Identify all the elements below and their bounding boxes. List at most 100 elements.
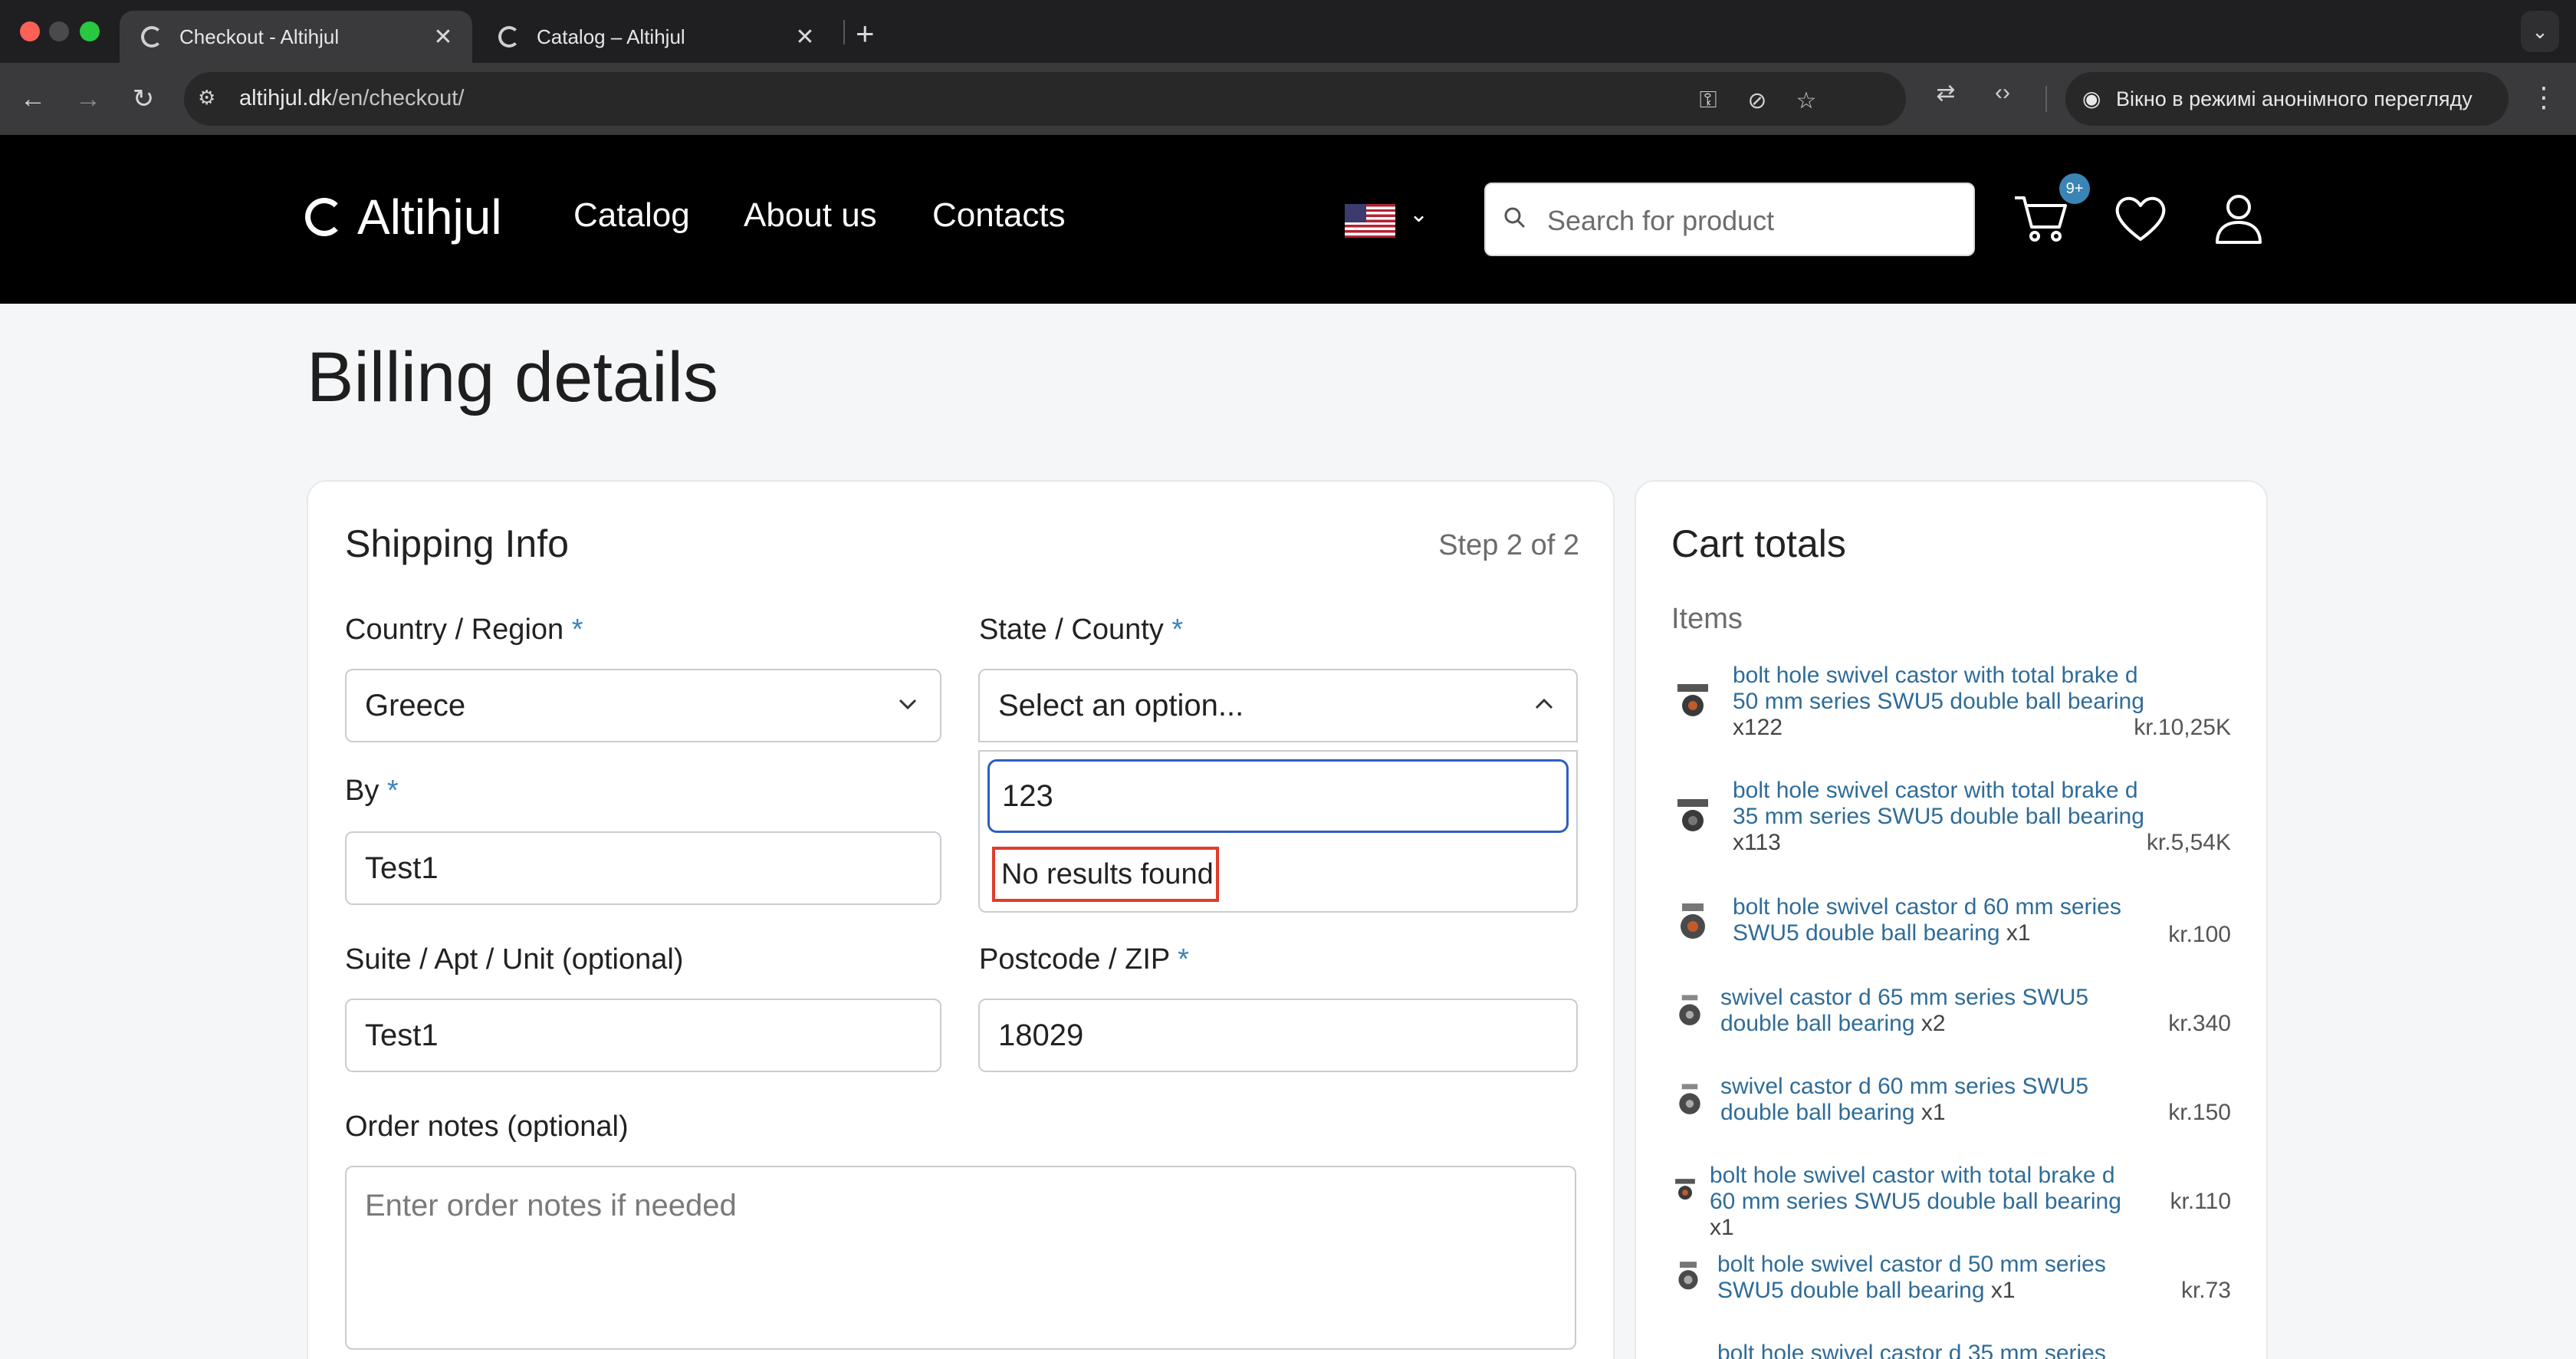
castor-thumbnail-icon: [1681, 903, 1705, 939]
cart-item-price: kr.340: [2168, 1011, 2231, 1036]
cart-item-price: kr.10,25K: [2134, 715, 2231, 740]
incognito-label: Вікно в режимі анонімного перегляду: [2116, 87, 2472, 110]
toolbar-divider: [2045, 86, 2047, 112]
postcode-input[interactable]: 18029: [978, 999, 1578, 1072]
item-qty: x2: [1921, 1011, 1946, 1036]
cart-item-name[interactable]: bolt hole swivel castor d 50 mm series S…: [1717, 1252, 2147, 1304]
nav-catalog[interactable]: Catalog: [573, 196, 690, 235]
site-logo[interactable]: Altihjul: [305, 189, 502, 245]
item-name-text: bolt hole swivel castor d 35 mm series S…: [1717, 1341, 2106, 1359]
cart-item-price: kr.73: [2180, 1278, 2231, 1303]
cart-item-name[interactable]: swivel castor d 65 mm series SWU5 double…: [1720, 985, 2150, 1037]
url-text: altihjul.dk/en/checkout/: [239, 86, 464, 111]
heart-icon[interactable]: [2110, 187, 2171, 248]
loading-icon: [498, 26, 520, 48]
tab-checkout[interactable]: Checkout - Altihjul ✕: [120, 11, 472, 63]
cart-item-name[interactable]: bolt hole swivel castor with total brake…: [1710, 1163, 2147, 1241]
page-title: Billing details: [307, 338, 718, 416]
cart-item[interactable]: bolt hole swivel castor d 50 mm series S…: [1671, 1252, 2231, 1313]
user-icon[interactable]: [2208, 187, 2269, 248]
window-maximize-button[interactable]: [80, 21, 100, 41]
item-name-text: bolt hole swivel castor with total brake…: [1733, 778, 2144, 829]
item-qty: x113: [1733, 830, 1781, 855]
cart-item-price: kr.100: [2168, 922, 2231, 947]
cart-item[interactable]: bolt hole swivel castor d 60 mm series S…: [1671, 894, 2231, 956]
browser-toolbar: ← → ↻ ⚙ altihjul.dk/en/checkout/ ⚿ ⊘ ☆ ⇄…: [0, 63, 2576, 135]
item-name-text: bolt hole swivel castor d 50 mm series S…: [1717, 1252, 2106, 1303]
country-select[interactable]: Greece: [345, 669, 941, 742]
items-label: Items: [1671, 603, 1743, 635]
site-settings-icon[interactable]: ⚙: [198, 86, 224, 112]
browser-menu-icon[interactable]: ⋮: [2530, 81, 2558, 114]
cart-item[interactable]: swivel castor d 65 mm series SWU5 double…: [1671, 985, 2231, 1046]
item-name-text: bolt hole swivel castor d 60 mm series S…: [1733, 894, 2121, 946]
shipping-info-title: Shipping Info: [345, 522, 569, 565]
castor-thumbnail-icon: [1679, 995, 1700, 1025]
castor-thumbnail-icon: [1675, 1179, 1695, 1200]
cart-item[interactable]: swivel castor d 60 mm series SWU5 double…: [1671, 1074, 2231, 1135]
state-dropdown: 123 No results found: [978, 750, 1578, 913]
new-tab-button[interactable]: +: [856, 15, 875, 52]
country-value: Greece: [365, 688, 466, 722]
product-search: [1484, 183, 1975, 256]
tab-catalog[interactable]: Catalog – Altihjul ✕: [477, 11, 834, 63]
back-button[interactable]: ←: [15, 81, 51, 117]
cart-item-name[interactable]: bolt hole swivel castor with total brake…: [1733, 778, 2147, 856]
state-select[interactable]: Select an option...: [978, 669, 1578, 742]
item-qty: x1: [2006, 920, 2031, 946]
nav-contacts[interactable]: Contacts: [932, 196, 1066, 235]
nav-about-us[interactable]: About us: [744, 196, 877, 235]
chevron-up-icon: [1535, 698, 1553, 709]
city-input[interactable]: Test1: [345, 831, 941, 905]
reload-button[interactable]: ↻: [126, 81, 161, 117]
suite-input[interactable]: Test1: [345, 999, 941, 1072]
order-notes-label: Order notes (optional): [345, 1111, 629, 1143]
cart-item[interactable]: bolt hole swivel castor d 35 mm series S…: [1671, 1341, 2231, 1359]
window-close-button[interactable]: [20, 21, 40, 41]
search-icon: [1504, 207, 1526, 229]
required-mark: *: [386, 775, 399, 807]
cart-item-price: kr.150: [2168, 1100, 2231, 1125]
bookmark-star-icon[interactable]: ☆: [1791, 87, 1822, 114]
address-bar[interactable]: ⚙ altihjul.dk/en/checkout/ ⚿ ⊘ ☆: [184, 72, 1906, 126]
cart-item[interactable]: bolt hole swivel castor with total brake…: [1671, 663, 2231, 747]
item-name-text: bolt hole swivel castor with total brake…: [1733, 663, 2144, 714]
incognito-indicator[interactable]: ◉ Вікно в режимі анонімного перегляду: [2065, 72, 2509, 126]
forward-button[interactable]: →: [71, 81, 106, 117]
city-label-text: By: [345, 775, 380, 807]
postcode-label-text: Postcode / ZIP: [979, 943, 1170, 976]
tab-title: Catalog – Altihjul: [537, 25, 685, 48]
item-qty: x1: [1921, 1100, 1946, 1125]
tab-search-button[interactable]: ⌄: [2521, 11, 2559, 52]
search-input[interactable]: [1547, 199, 1961, 242]
browser-tab-bar: Checkout - Altihjul ✕ Catalog – Altihjul…: [0, 0, 2576, 63]
cart-item-name[interactable]: bolt hole swivel castor d 35 mm series S…: [1717, 1341, 2147, 1359]
cart-item[interactable]: bolt hole swivel castor with total brake…: [1671, 1163, 2231, 1240]
us-flag-icon[interactable]: [1345, 204, 1395, 238]
window-minimize-button[interactable]: [49, 21, 69, 41]
url-path: /en/checkout/: [331, 86, 465, 110]
password-key-icon[interactable]: ⚿: [1693, 87, 1723, 114]
cart-item-name[interactable]: swivel castor d 60 mm series SWU5 double…: [1720, 1074, 2150, 1126]
cart-item[interactable]: bolt hole swivel castor with total brake…: [1671, 778, 2231, 862]
chevron-down-icon[interactable]: ⌄: [1409, 201, 1428, 228]
translate-icon[interactable]: ⇄: [1930, 80, 1961, 107]
url-host: altihjul.dk: [239, 86, 332, 110]
tab-divider: [843, 20, 845, 44]
logo-text: Altihjul: [357, 189, 502, 245]
castor-thumbnail-icon: [1677, 799, 1708, 831]
state-search-input[interactable]: 123: [987, 759, 1569, 833]
eye-off-icon[interactable]: ⊘: [1742, 87, 1773, 114]
suite-label: Suite / Apt / Unit (optional): [345, 943, 684, 976]
loading-icon: [141, 26, 163, 48]
devtools-code-icon[interactable]: ‹›: [1987, 80, 2018, 106]
cart-item-name[interactable]: bolt hole swivel castor with total brake…: [1733, 663, 2147, 741]
order-notes-textarea[interactable]: Enter order notes if needed: [345, 1166, 1576, 1350]
required-mark: *: [571, 614, 583, 646]
cart-item-name[interactable]: bolt hole swivel castor d 60 mm series S…: [1733, 894, 2147, 946]
chevron-down-icon: [899, 699, 917, 710]
close-tab-icon[interactable]: ✕: [791, 24, 819, 51]
close-tab-icon[interactable]: ✕: [429, 24, 457, 51]
step-indicator: Step 2 of 2: [1438, 529, 1579, 561]
item-qty: x122: [1733, 715, 1783, 740]
